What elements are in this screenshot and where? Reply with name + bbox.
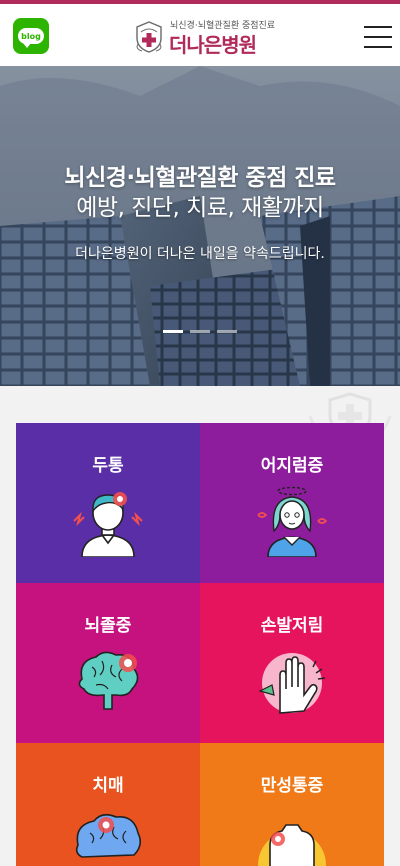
department-label: 어지럼증 [260,456,324,476]
hero-banner: 뇌신경·뇌혈관질환 중점 진료 예방, 진단, 치료, 재활까지 더나은병원이 … [0,66,400,386]
site-header: blog 뇌신경·뇌혈관질환 중점진료 더나은병원 [0,4,400,66]
slide-dot-3[interactable] [217,330,237,333]
hospital-logo[interactable]: 뇌신경·뇌혈관질환 중점진료 더나은병원 [133,16,275,58]
department-tile-numbness[interactable]: 손발저림 [200,583,384,743]
blog-link-button[interactable]: blog [13,18,49,54]
hospital-emblem-icon [136,21,162,53]
hero-title: 뇌신경·뇌혈관질환 중점 진료 [64,165,336,191]
department-label: 치매 [92,776,124,796]
logo-name: 더나은병원 [169,33,257,57]
hero-subtitle: 예방, 진단, 치료, 재활까지 [76,195,324,221]
department-tile-chronic-pain[interactable]: 만성통증 [200,743,384,866]
department-tile-headache[interactable]: 두통 [16,423,200,583]
slider-pagination [163,330,237,334]
blog-icon-label: blog [21,31,41,41]
department-tile-dizziness[interactable]: 어지럼증 [200,423,384,583]
menu-bar-icon [364,26,392,28]
department-grid: 두통 어지럼증 뇌졸중 손발저림 치매 만성통증 [16,423,384,866]
slide-dot-2[interactable] [190,330,210,333]
body-pain-icon [258,824,326,866]
hero-promise-text: 더나은병원이 더나은 내일을 약속드립니다. [75,246,325,262]
dementia-brain-icon [75,813,142,858]
department-tile-stroke[interactable]: 뇌졸중 [16,583,200,743]
department-tile-dementia[interactable]: 치매 [16,743,200,866]
department-label: 두통 [92,456,124,476]
menu-bar-icon [364,36,392,38]
hamburger-menu-button[interactable] [364,26,392,48]
blog-icon: blog [18,28,44,48]
department-label: 손발저림 [260,616,324,636]
slide-dot-1[interactable] [163,330,183,333]
hand-icon [258,653,326,714]
dizziness-person-icon [257,486,328,557]
menu-bar-icon [364,46,392,48]
department-label: 뇌졸중 [84,616,132,636]
brain-icon [78,651,139,710]
headache-person-icon [73,492,143,557]
building-background-image [0,66,400,386]
department-label: 만성통증 [260,776,324,796]
